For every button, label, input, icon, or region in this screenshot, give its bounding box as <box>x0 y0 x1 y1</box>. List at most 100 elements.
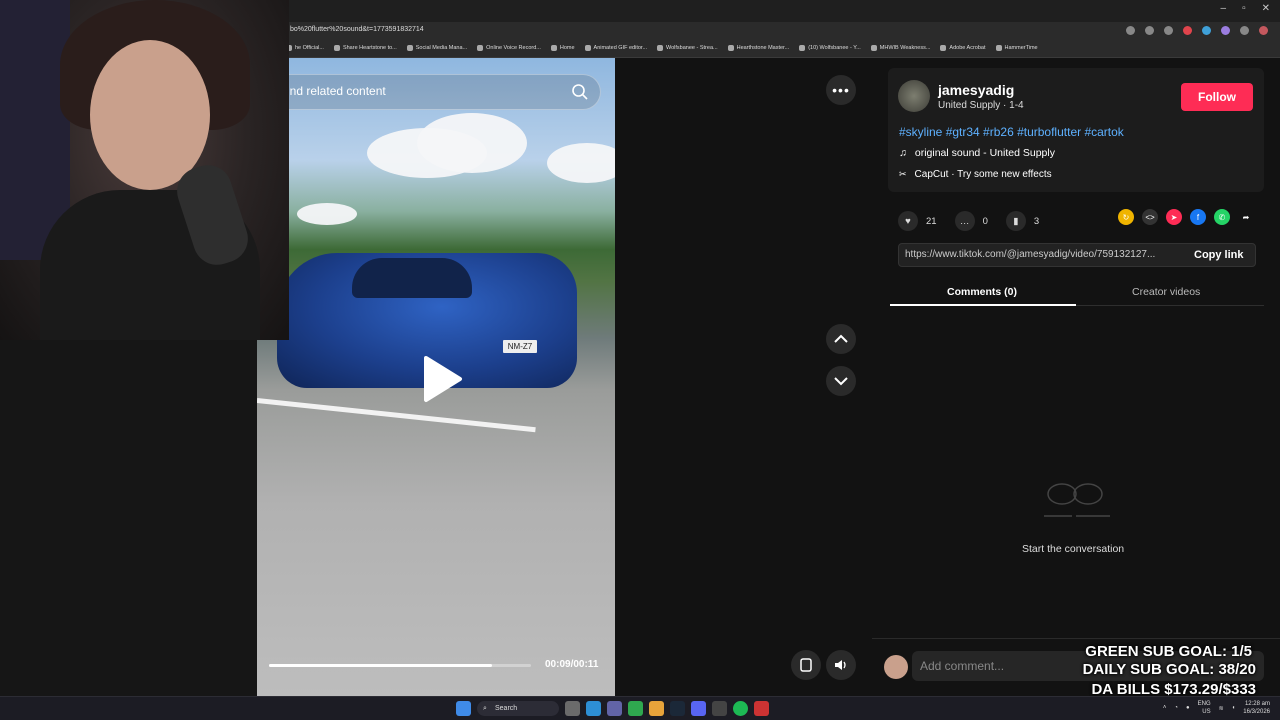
bookmark-item[interactable]: Hearthstone Master... <box>727 45 789 51</box>
video-time: 00:09/00:11 <box>545 659 599 670</box>
search-icon[interactable] <box>571 83 589 101</box>
edge-icon[interactable] <box>586 701 601 716</box>
hashtags[interactable]: #skyline #gtr34 #rb26 #turboflutter #car… <box>899 125 1124 139</box>
heart-icon[interactable]: ♥ <box>898 211 918 231</box>
volume-button[interactable] <box>826 650 856 680</box>
progress-bar[interactable] <box>269 664 531 667</box>
bookmark-favicon-icon <box>550 45 557 51</box>
send-icon[interactable]: ➤ <box>1166 209 1182 225</box>
tray-chevron-icon[interactable]: ˄ <box>1163 705 1167 711</box>
previous-video-button[interactable] <box>826 324 856 354</box>
like-count: 21 <box>926 215 937 227</box>
search-icon: ⌕ <box>483 705 487 712</box>
profile-icon[interactable] <box>1259 26 1268 35</box>
webcam-overlay <box>0 0 289 340</box>
embed-icon[interactable]: <> <box>1142 209 1158 225</box>
mic-icon[interactable]: ● <box>1186 705 1190 711</box>
cloud <box>297 203 357 225</box>
bookmark-item[interactable]: MHWIB Weakness... <box>870 45 930 51</box>
browser-toolbar <box>1126 26 1268 35</box>
chrome-icon[interactable] <box>649 701 664 716</box>
bookmark-item[interactable]: Share Heartstone to... <box>333 45 397 51</box>
bookmark-icon[interactable]: ▮ <box>1005 211 1026 231</box>
sound-name[interactable]: original sound - United Supply <box>915 147 1055 159</box>
copy-link-button[interactable]: Copy link <box>1194 249 1244 261</box>
bookmark-item[interactable]: Home <box>550 45 575 51</box>
spotify-icon[interactable] <box>733 701 748 716</box>
cloud <box>417 113 527 173</box>
taskbar-search[interactable]: ⌕ Search <box>477 701 559 716</box>
daily-sub-goal: DAILY SUB GOAL: 38/20 <box>1082 661 1256 678</box>
tab-creator-videos[interactable]: Creator videos <box>1132 286 1200 298</box>
extension-icon[interactable] <box>1221 26 1230 35</box>
related-search-text[interactable]: ind related content <box>287 84 386 98</box>
next-video-button[interactable] <box>826 366 856 396</box>
maximize-icon[interactable]: ▫ <box>1242 3 1246 14</box>
sound-row[interactable]: ♫ original sound - United Supply <box>899 147 1055 159</box>
clock[interactable]: 12:28 am 16/3/2026 <box>1243 700 1270 716</box>
bookmark-favicon-icon <box>940 45 947 51</box>
repost-icon[interactable]: ↻ <box>1118 209 1134 225</box>
bookmark-favicon-icon <box>799 45 806 51</box>
url-text[interactable]: bo%20flutter%20sound&t=1773591832714 <box>290 26 424 33</box>
play-icon[interactable] <box>420 354 464 404</box>
app-icon[interactable] <box>712 701 727 716</box>
capcut-row[interactable]: ✂ CapCut · Try some new effects <box>899 169 1052 180</box>
taskbar-search-label: Search <box>495 705 518 712</box>
speaker-icon[interactable]: ◖ <box>1232 705 1236 711</box>
share-arrow-icon[interactable]: ➦ <box>1238 209 1254 225</box>
zoom-icon[interactable] <box>1126 26 1135 35</box>
bookmark-item[interactable]: Online Voice Record... <box>477 45 541 51</box>
puzzle-icon[interactable] <box>1240 26 1249 35</box>
discord-icon[interactable] <box>691 701 706 716</box>
cast-icon[interactable] <box>1145 26 1154 35</box>
bookmark-favicon-icon <box>477 45 484 51</box>
bookmark-label: (10) Wolfsbanee - Y... <box>808 45 861 51</box>
more-icon: ••• <box>832 82 850 98</box>
bookmark-favicon-icon <box>870 45 877 51</box>
bookmark-item[interactable]: he Official... <box>286 45 324 51</box>
tab-comments[interactable]: Comments (0) <box>947 286 1017 298</box>
video-link[interactable]: https://www.tiktok.com/@jamesyadig/video… <box>905 249 1185 260</box>
windows-start-icon[interactable] <box>456 701 471 716</box>
obs-icon[interactable] <box>754 701 769 716</box>
creator-username[interactable]: jamesyadig <box>938 82 1014 98</box>
creator-subline: United Supply · 1-4 <box>938 100 1024 111</box>
cloud <box>547 143 615 183</box>
extension-icon[interactable] <box>1202 26 1211 35</box>
facebook-icon[interactable]: f <box>1190 209 1206 225</box>
video-player[interactable]: NM-Z7 ind related content 00:09/00:11 <box>257 58 615 696</box>
creator-avatar[interactable] <box>898 80 930 112</box>
wifi-icon[interactable]: ≋ <box>1219 705 1224 712</box>
bookmark-item[interactable]: Animated GIF editor... <box>584 45 648 51</box>
sheets-icon[interactable] <box>628 701 643 716</box>
whatsapp-icon[interactable]: ✆ <box>1214 209 1230 225</box>
bookmark-item[interactable]: Wolfsbanee - Strea... <box>657 45 718 51</box>
miniplayer-button[interactable] <box>791 650 821 680</box>
teams-icon[interactable] <box>607 701 622 716</box>
extension-icon[interactable] <box>1183 26 1192 35</box>
share-options: ↻ <> ➤ f ✆ ➦ <box>1118 209 1254 225</box>
follow-button[interactable]: Follow <box>1181 83 1253 111</box>
language-indicator[interactable]: ENG US <box>1198 700 1211 716</box>
bookmark-label: Home <box>559 45 575 51</box>
clock-time: 12:28 am <box>1244 701 1270 707</box>
capcut-icon: ✂ <box>899 169 907 179</box>
bookmark-item[interactable]: Social Media Mana... <box>406 45 467 51</box>
steam-icon[interactable] <box>670 701 685 716</box>
bookmark-item[interactable]: (10) Wolfsbanee - Y... <box>799 45 861 51</box>
file-explorer-icon[interactable] <box>565 701 580 716</box>
clock-date: 16/3/2026 <box>1243 709 1270 715</box>
bookmark-label: Animated GIF editor... <box>593 45 648 51</box>
bookmark-favicon-icon <box>995 45 1002 51</box>
more-options-button[interactable]: ••• <box>826 75 856 105</box>
network-icon[interactable]: ◔ <box>1174 705 1178 711</box>
bookmark-item[interactable]: Adobe Acrobat <box>940 45 986 51</box>
bookmark-item[interactable]: HammerTime <box>995 45 1038 51</box>
chat-bubbles-icon <box>1044 483 1110 517</box>
comment-icon[interactable]: … <box>954 211 975 231</box>
capcut-text[interactable]: CapCut · Try some new effects <box>915 169 1052 180</box>
minimize-icon[interactable]: – <box>1221 3 1227 14</box>
star-icon[interactable] <box>1164 26 1173 35</box>
close-icon[interactable]: ✕ <box>1262 3 1270 14</box>
